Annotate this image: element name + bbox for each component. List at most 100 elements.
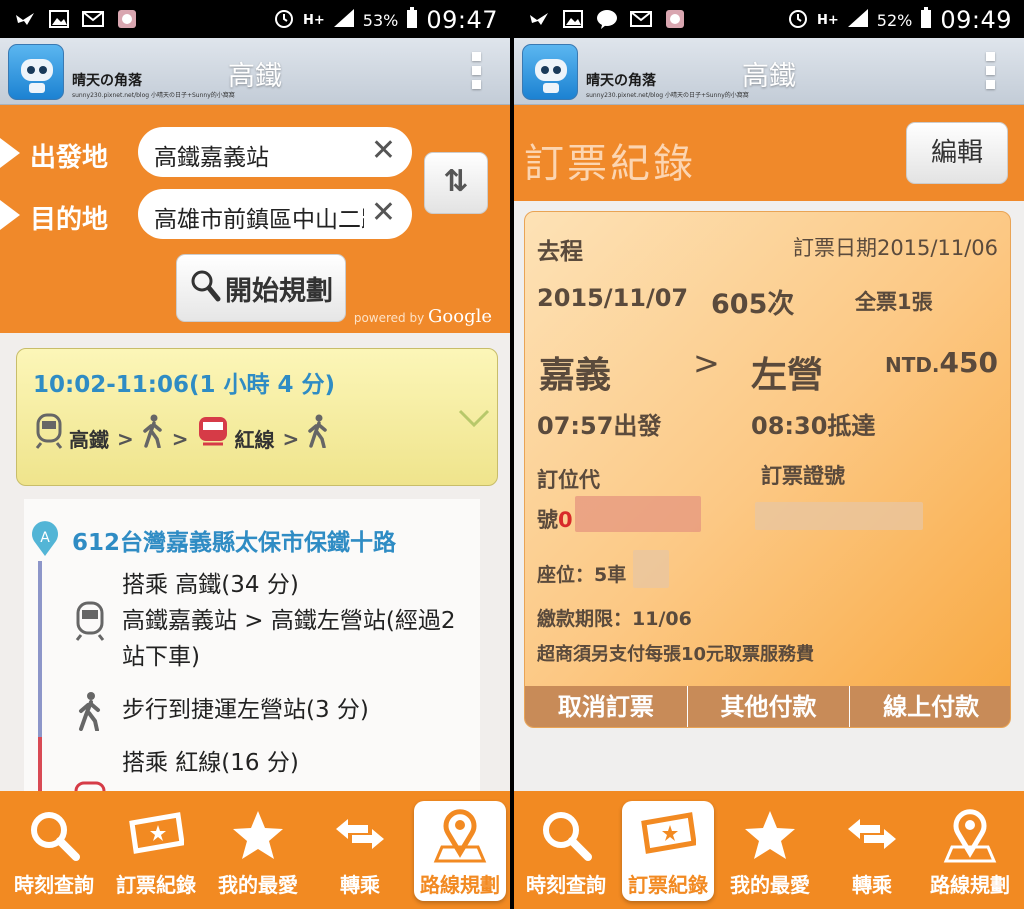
destination-label: 目的地 (30, 205, 109, 235)
bird-icon (14, 9, 36, 29)
nav-booking-records[interactable]: 訂票紀錄 (110, 801, 202, 901)
map-pin-icon (943, 809, 997, 863)
gallery-icon (48, 9, 70, 29)
hsr-timeline-bar (38, 561, 42, 737)
swap-button[interactable]: ⇅ (424, 152, 488, 214)
nav-route-planning[interactable]: 路線規劃 (924, 801, 1016, 901)
nav-transfer[interactable]: 轉乘 (314, 801, 406, 901)
order-date: 訂票日期2015/11/06 (792, 236, 998, 260)
transfer-arrows-icon (336, 819, 384, 849)
edit-button[interactable]: 編輯 (906, 122, 1008, 184)
network-type: H+ (816, 12, 839, 28)
nav-label: 時刻查詢 (526, 873, 606, 897)
reservation-code-label: 訂位代 (537, 468, 600, 492)
segment-separator: > (282, 426, 300, 451)
depart-time: 07:57出發 (537, 412, 662, 440)
convenience-store-notice: 超商須另支付每張10元取票服務費 (537, 644, 815, 665)
booking-records-list: 去程 訂票日期2015/11/06 2015/11/07 605次 全票1張 嘉… (514, 201, 1024, 791)
origin-marker-icon (0, 138, 20, 168)
reservation-code-redacted (575, 496, 701, 532)
step-hsr-detail-cont: 站下車) (122, 644, 200, 670)
ticket-icon (641, 812, 696, 854)
nav-favorites[interactable]: 我的最愛 (212, 801, 304, 901)
trip-direction: 去程 (537, 239, 583, 265)
start-address: 612台灣嘉義縣太保市保鐵十路 (72, 530, 397, 556)
other-payment-button[interactable]: 其他付款 (688, 686, 851, 727)
network-type: H+ (302, 12, 325, 28)
segment-hsr: 高鐵 (69, 428, 109, 452)
nav-timetable[interactable]: 時刻查詢 (520, 801, 612, 901)
clock: 09:49 (940, 6, 1012, 34)
status-bar: H+ 52% 09:49 (514, 0, 1024, 38)
route-results: 10:02-11:06(1 小時 4 分) 高鐵 > > 紅線 > A 612台… (0, 333, 510, 811)
start-planning-button[interactable]: 開始規劃 (176, 254, 346, 322)
clear-origin-icon[interactable]: ✕ (371, 133, 396, 168)
price-value: 450 (939, 346, 998, 379)
signal-icon (847, 8, 869, 32)
left-screen: H+ 53% 09:47 晴天の角落 sunny230.pixnet.net/b… (0, 0, 510, 909)
map-pin-icon (433, 809, 487, 863)
clear-destination-icon[interactable]: ✕ (371, 195, 396, 230)
seat-number-redacted (633, 550, 669, 588)
app-bar: 晴天の角落 sunny230.pixnet.net/blog 小晴天の日子+Su… (0, 38, 510, 105)
right-screen: H+ 52% 09:49 晴天の角落 sunny230.pixnet.net/b… (514, 0, 1024, 909)
ticket-card[interactable]: 去程 訂票日期2015/11/06 2015/11/07 605次 全票1張 嘉… (524, 211, 1011, 728)
nav-label: 路線規劃 (930, 873, 1010, 897)
price-prefix: NTD. (884, 353, 940, 377)
destination-field[interactable]: 高雄市前鎮區中山二路 ✕ (138, 189, 412, 239)
more-menu-icon[interactable] (472, 52, 482, 92)
payment-deadline: 繳款期限：11/06 (537, 608, 692, 630)
ticket-number-redacted (755, 502, 923, 530)
app-title: 高鐵 (742, 61, 796, 92)
route-time: 10:02-11:06(1 小時 4 分) (33, 372, 336, 398)
clock: 09:47 (426, 6, 498, 34)
ticket-icon (129, 812, 184, 854)
ticket-number-label: 訂票證號 (761, 464, 845, 488)
nav-booking-records[interactable]: 訂票紀錄 (622, 801, 714, 901)
gallery-icon (562, 9, 584, 29)
bottom-nav: 時刻查詢 訂票紀錄 我的最愛 轉乘 路線規劃 (0, 791, 510, 909)
chevron-down-icon[interactable] (457, 401, 491, 435)
step-hsr-title: 搭乘 高鐵(34 分) (122, 572, 299, 598)
battery-icon (920, 7, 932, 33)
segment-separator: > (117, 426, 134, 451)
star-icon (745, 811, 795, 859)
from-station: 嘉義 (539, 355, 612, 396)
route-option-card[interactable]: 10:02-11:06(1 小時 4 分) 高鐵 > > 紅線 > (16, 348, 498, 486)
origin-field[interactable]: 高鐵嘉義站 ✕ (138, 127, 412, 177)
seat-info: 座位：5車 (537, 564, 627, 586)
train-number: 605次 (711, 289, 795, 320)
start-planning-label: 開始規劃 (225, 275, 333, 307)
search-icon (31, 812, 80, 861)
battery-icon (406, 7, 418, 33)
google-wordmark: Google (428, 306, 492, 327)
map-pin-a-icon: A (32, 521, 58, 556)
status-bar: H+ 53% 09:47 (0, 0, 510, 38)
metro-timeline-bar (38, 737, 42, 797)
nav-label: 我的最愛 (730, 873, 810, 897)
magnifier-icon (189, 268, 221, 309)
powered-by-google: powered by Google (354, 306, 492, 327)
metro-train-icon (197, 414, 229, 453)
app-notification-icon (116, 9, 138, 29)
nav-timetable[interactable]: 時刻查詢 (8, 801, 100, 901)
app-notification-icon (664, 9, 686, 29)
nav-label: 我的最愛 (218, 873, 298, 897)
travel-date: 2015/11/07 (537, 284, 689, 312)
nav-favorites[interactable]: 我的最愛 (724, 801, 816, 901)
reservation-code-label-char: 號 (537, 508, 558, 532)
mail-icon (82, 9, 104, 29)
cancel-booking-button[interactable]: 取消訂票 (525, 686, 688, 727)
alarm-icon (787, 7, 809, 33)
ticket-type: 全票1張 (855, 290, 933, 314)
online-payment-button[interactable]: 線上付款 (850, 686, 1010, 727)
more-menu-icon[interactable] (986, 52, 996, 92)
arrive-time: 08:30抵達 (751, 412, 876, 440)
nav-label: 訂票紀錄 (116, 873, 196, 897)
nav-route-planning[interactable]: 路線規劃 (414, 801, 506, 901)
route-steps: A 612台灣嘉義縣太保市保鐵十路 搭乘 高鐵(34 分) 高鐵嘉義站 > 高鐵… (24, 499, 480, 811)
step-metro-title: 搭乘 紅線(16 分) (122, 750, 299, 776)
nav-label: 訂票紀錄 (628, 873, 708, 897)
search-icon (543, 812, 592, 861)
nav-transfer[interactable]: 轉乘 (826, 801, 918, 901)
